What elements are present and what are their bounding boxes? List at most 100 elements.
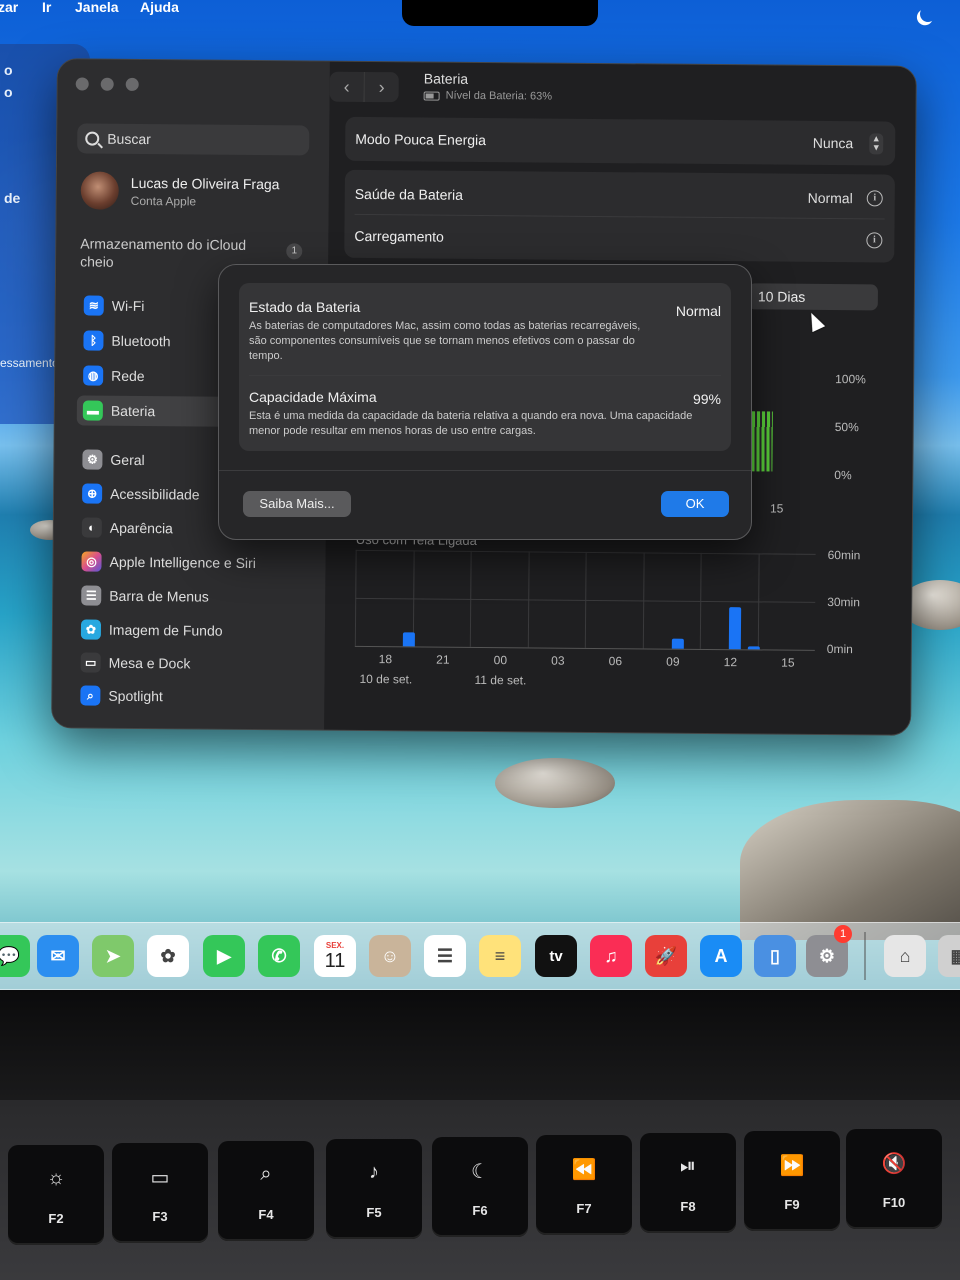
sidebar-item-label: Rede bbox=[111, 367, 145, 385]
level-axis-label: 0% bbox=[834, 468, 852, 483]
calendar-day: 11 bbox=[324, 949, 346, 972]
divider bbox=[249, 375, 721, 376]
key-f6[interactable]: ☾ F6 bbox=[432, 1137, 528, 1237]
menu-item-janela[interactable]: Janela bbox=[75, 0, 119, 15]
minimize-window-button[interactable] bbox=[100, 77, 114, 91]
globe-icon: ◍ bbox=[83, 365, 104, 386]
battery-state-title: Estado da Bateria bbox=[249, 299, 361, 315]
battery-health-dialog: Estado da Bateria Normal As baterias de … bbox=[218, 264, 752, 540]
maps-icon[interactable]: ➤ bbox=[92, 935, 134, 977]
menu-item[interactable]: zar bbox=[0, 0, 18, 15]
battery-health-value: Normal bbox=[807, 189, 853, 207]
notes-icon[interactable]: ≡ bbox=[479, 935, 521, 977]
sidebar-item-spotlight[interactable]: ⌕ Spotlight bbox=[74, 680, 304, 712]
back-button[interactable]: ‹ bbox=[329, 71, 365, 102]
contacts-icon[interactable]: ☺ bbox=[369, 935, 411, 977]
calendar-icon[interactable]: SEX. 11 bbox=[314, 935, 356, 977]
info-icon[interactable]: i bbox=[866, 232, 883, 249]
search-input[interactable]: Buscar bbox=[77, 123, 310, 156]
menu-item-ajuda[interactable]: Ajuda bbox=[140, 0, 179, 15]
close-window-button[interactable] bbox=[75, 77, 89, 91]
usage-x-tick: 12 bbox=[723, 655, 738, 670]
mic-icon: ♪ bbox=[369, 1161, 379, 1183]
wallpaper-rock bbox=[495, 758, 615, 808]
reminders-icon[interactable]: ☰ bbox=[424, 935, 466, 977]
usage-bar bbox=[748, 646, 761, 650]
usage-x-tick: 00 bbox=[493, 653, 508, 668]
sidebar-item-siri[interactable]: ◎ Apple Intelligence e Siri bbox=[75, 546, 305, 578]
level-axis-label: 50% bbox=[834, 420, 859, 435]
search-icon: ⌕ bbox=[260, 1163, 272, 1185]
period-tab-10-days[interactable]: 10 Dias bbox=[747, 283, 878, 311]
dock-divider bbox=[864, 932, 866, 980]
low-power-row: Modo Pouca Energia Nunca ▲ ▼ bbox=[355, 119, 884, 164]
brightness-icon: ☼ bbox=[46, 1167, 66, 1189]
history-navigation: ‹ › bbox=[329, 71, 399, 103]
key-f8[interactable]: ⏯ F8 bbox=[640, 1133, 736, 1233]
gear-icon: ⚙ bbox=[82, 449, 103, 470]
date-label: 11 de set. bbox=[474, 672, 527, 688]
phone-icon[interactable]: ✆ bbox=[258, 935, 300, 977]
forward-button[interactable]: › bbox=[364, 71, 399, 103]
usage-axis-label: 60min bbox=[827, 548, 861, 563]
appletv-label: tv bbox=[549, 947, 563, 965]
charging-row: Carregamento i bbox=[354, 216, 883, 261]
facetime-icon[interactable]: ▶ bbox=[203, 935, 245, 977]
sidebar-item-label: Bluetooth bbox=[111, 332, 171, 350]
key-f9[interactable]: ⏩ F9 bbox=[744, 1131, 840, 1231]
sidebar-item-barra-de-menus[interactable]: ☰ Barra de Menus bbox=[75, 580, 305, 612]
chevron-updown-icon[interactable]: ▲ ▼ bbox=[869, 132, 884, 154]
music-icon[interactable]: ♫ bbox=[590, 935, 632, 977]
battery-state-description: As baterias de computadores Mac, assim c… bbox=[249, 320, 641, 362]
calendar-month: SEX. bbox=[325, 940, 345, 950]
key-label: F9 bbox=[784, 1197, 800, 1212]
apple-account-item[interactable]: Lucas de Oliveira Fraga Conta Apple bbox=[80, 171, 280, 211]
background-window-text: o bbox=[4, 62, 13, 78]
divider bbox=[219, 470, 751, 471]
sidebar-item-label: Acessibilidade bbox=[110, 485, 200, 503]
usage-bar bbox=[728, 607, 742, 650]
appearance-icon: ◐ bbox=[81, 517, 102, 538]
key-label: F10 bbox=[882, 1195, 906, 1210]
rocket-icon[interactable]: 🚀 bbox=[645, 935, 687, 977]
learn-more-button[interactable]: Saiba Mais... bbox=[243, 491, 351, 517]
wifi-icon: ≋ bbox=[83, 295, 104, 316]
zoom-window-button[interactable] bbox=[125, 77, 139, 91]
info-icon[interactable]: i bbox=[866, 190, 883, 207]
low-power-value[interactable]: Nunca bbox=[813, 135, 854, 151]
ok-button[interactable]: OK bbox=[661, 491, 729, 517]
battery-icon: ▬ bbox=[82, 400, 103, 421]
preview-icon[interactable]: ⌂ bbox=[884, 935, 926, 977]
sidebar-item-label: Aparência bbox=[109, 519, 173, 537]
usage-chart-plot bbox=[354, 549, 816, 651]
key-f10[interactable]: 🔇 F10 bbox=[846, 1129, 942, 1229]
battery-state-value: Normal bbox=[675, 303, 721, 319]
photos-icon[interactable]: ✿ bbox=[147, 935, 189, 977]
notification-badge: 1 bbox=[286, 243, 303, 260]
camera-notch bbox=[402, 0, 598, 26]
messages-icon[interactable]: 💬 bbox=[0, 935, 30, 977]
sidebar-item-imagem-de-fundo[interactable]: ✿ Imagem de Fundo bbox=[75, 614, 305, 646]
key-f2[interactable]: ☼ F2 bbox=[8, 1145, 104, 1245]
appstore-icon[interactable]: A bbox=[700, 935, 742, 977]
sidebar-item-label: Geral bbox=[110, 451, 145, 469]
key-f3[interactable]: ▭ F3 bbox=[112, 1143, 208, 1243]
key-f5[interactable]: ♪ F5 bbox=[326, 1139, 422, 1239]
appletv-icon[interactable]: tv bbox=[535, 935, 577, 977]
key-f7[interactable]: ⏪ F7 bbox=[536, 1135, 632, 1235]
sidebar-item-mesa-e-dock[interactable]: ▭ Mesa e Dock bbox=[75, 647, 305, 679]
menu-item-ir[interactable]: Ir bbox=[42, 0, 51, 15]
level-axis-label: 100% bbox=[835, 372, 866, 387]
key-label: F3 bbox=[152, 1209, 168, 1224]
key-f4[interactable]: ⌕ F4 bbox=[218, 1141, 314, 1241]
sidebar-item-label: Bateria bbox=[110, 402, 156, 420]
mail-icon[interactable]: ✉ bbox=[37, 935, 79, 977]
mute-icon: 🔇 bbox=[881, 1153, 907, 1175]
spotlight-icon: ⌕ bbox=[80, 685, 101, 706]
sidebar-item-label: Imagem de Fundo bbox=[108, 621, 223, 639]
battery-level-icon bbox=[423, 90, 440, 101]
calculator-icon[interactable]: ▦ bbox=[938, 935, 960, 977]
wallpaper-rock bbox=[740, 800, 960, 940]
iphone-mirroring-icon[interactable]: ▯ bbox=[754, 935, 796, 977]
user-name: Lucas de Oliveira Fraga bbox=[130, 174, 280, 192]
